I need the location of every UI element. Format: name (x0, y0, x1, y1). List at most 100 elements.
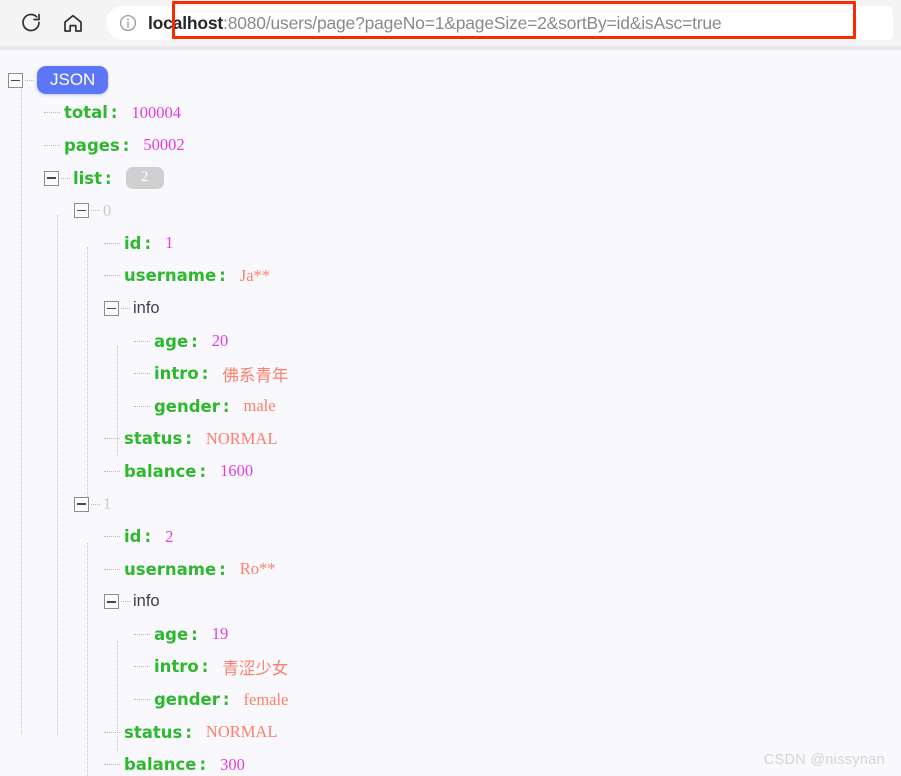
tree-connector (121, 307, 130, 309)
key-pages: pages (64, 135, 120, 155)
key-colon: : (201, 657, 209, 677)
key-colon: : (185, 429, 192, 449)
value-item1-age: 19 (211, 624, 229, 644)
key-colon: : (122, 135, 130, 155)
tree-row-item1-gender[interactable]: gender : female (0, 683, 901, 716)
tree-connector (61, 177, 70, 179)
tree-connector (134, 666, 150, 668)
key-intro: intro (154, 364, 199, 384)
key-colon: : (199, 461, 207, 481)
key-username: username (124, 266, 217, 286)
tree-row-item0-username[interactable]: username : Ja** (0, 260, 901, 293)
collapse-toggle-item-0[interactable] (74, 203, 89, 219)
key-id: id (124, 527, 142, 547)
tree-row-item0-gender[interactable]: gender : male (0, 390, 901, 423)
tree-connector (44, 144, 60, 146)
value-item1-status: NORMAL (205, 722, 278, 742)
key-colon: : (219, 266, 226, 286)
value-item1-id: 2 (165, 526, 174, 546)
tree-row-total[interactable]: total : 100004 (0, 97, 901, 130)
value-item0-status: NORMAL (205, 428, 278, 448)
tree-row-item1-username[interactable]: username : Ro** (0, 553, 901, 586)
tree-row-item1-id[interactable]: id : 2 (0, 520, 901, 553)
key-total: total (64, 103, 108, 123)
value-item0-gender: male (243, 396, 276, 416)
tree-row-item1-age[interactable]: age : 19 (0, 618, 901, 651)
key-colon: : (185, 722, 192, 742)
reload-icon (19, 11, 43, 35)
url-text: localhost:8080/users/page?pageNo=1&pageS… (148, 12, 722, 34)
tree-connector (104, 242, 120, 244)
url-path: :8080/users/page?pageNo=1&pageSize=2&sor… (223, 12, 722, 33)
tree-row-item0-intro[interactable]: intro : 佛系青年 (0, 357, 901, 390)
tree-connector (91, 503, 100, 505)
tree-row-item0-info[interactable]: info (0, 292, 901, 325)
key-id: id (124, 233, 142, 253)
list-count-badge: 2 (125, 167, 164, 190)
tree-connector (121, 601, 130, 603)
key-username: username (124, 559, 217, 579)
home-icon (61, 11, 85, 35)
node-label-info: info (133, 298, 160, 317)
key-gender: gender (154, 690, 220, 710)
tree-row-item0-status[interactable]: status : NORMAL (0, 423, 901, 456)
key-colon: : (110, 103, 118, 123)
key-status: status (124, 722, 183, 742)
key-colon: : (144, 527, 152, 547)
tree-connector (104, 764, 120, 766)
value-item0-balance: 1600 (220, 461, 254, 481)
tree-connector (104, 470, 120, 472)
key-age: age (154, 331, 189, 351)
json-viewer: JSON total : 100004 pages : 50002 list :… (0, 50, 901, 776)
tree-connector (134, 405, 150, 407)
collapse-toggle-root[interactable] (8, 72, 23, 88)
tree-row-item0-balance[interactable]: balance : 1600 (0, 455, 901, 488)
tree-connector (25, 79, 34, 81)
tree-connector (104, 438, 120, 440)
url-host: localhost (148, 12, 224, 33)
key-colon: : (144, 233, 152, 253)
tree-row-item1-status[interactable]: status : NORMAL (0, 716, 901, 749)
home-button[interactable] (52, 2, 94, 44)
collapse-toggle-item-1-info[interactable] (104, 594, 119, 610)
key-colon: : (105, 168, 112, 188)
collapse-toggle-item-1[interactable] (74, 496, 89, 512)
browser-toolbar: localhost:8080/users/page?pageNo=1&pageS… (0, 0, 901, 46)
tree-row-index-1[interactable]: 1 (0, 488, 901, 521)
index-label-1: 1 (103, 494, 112, 514)
collapse-toggle-list[interactable] (44, 170, 59, 186)
key-age: age (154, 624, 189, 644)
key-balance: balance (124, 461, 197, 481)
key-colon: : (199, 755, 207, 775)
key-colon: : (219, 559, 226, 579)
key-balance: balance (124, 755, 197, 775)
tree-row-pages[interactable]: pages : 50002 (0, 129, 901, 162)
address-bar[interactable]: localhost:8080/users/page?pageNo=1&pageS… (106, 6, 893, 40)
tree-row-item0-age[interactable]: age : 20 (0, 325, 901, 358)
key-status: status (124, 429, 183, 449)
value-item0-id: 1 (165, 233, 174, 253)
value-total: 100004 (131, 102, 182, 122)
tree-connector (104, 275, 120, 277)
tree-row-item1-intro[interactable]: intro : 青涩少女 (0, 651, 901, 684)
value-item0-username: Ja** (239, 265, 271, 285)
tree-row-root[interactable]: JSON (0, 64, 901, 97)
tree-connector (104, 536, 120, 538)
tree-connector (134, 373, 150, 375)
index-label-0: 0 (103, 200, 112, 220)
tree-row-item0-id[interactable]: id : 1 (0, 227, 901, 260)
tree-connector (104, 568, 120, 570)
info-icon[interactable] (118, 13, 138, 33)
tree-row-item1-info[interactable]: info (0, 586, 901, 619)
key-colon: : (222, 396, 230, 416)
key-colon: : (201, 364, 209, 384)
key-colon: : (222, 690, 230, 710)
tree-row-index-0[interactable]: 0 (0, 194, 901, 227)
reload-button[interactable] (10, 2, 52, 44)
watermark: CSDN @nissynan (763, 752, 885, 768)
collapse-toggle-item-0-info[interactable] (104, 300, 119, 316)
node-label-info: info (133, 592, 160, 611)
key-colon: : (191, 331, 198, 351)
tree-row-list[interactable]: list : 2 (0, 162, 901, 195)
tree-connector (134, 340, 150, 342)
